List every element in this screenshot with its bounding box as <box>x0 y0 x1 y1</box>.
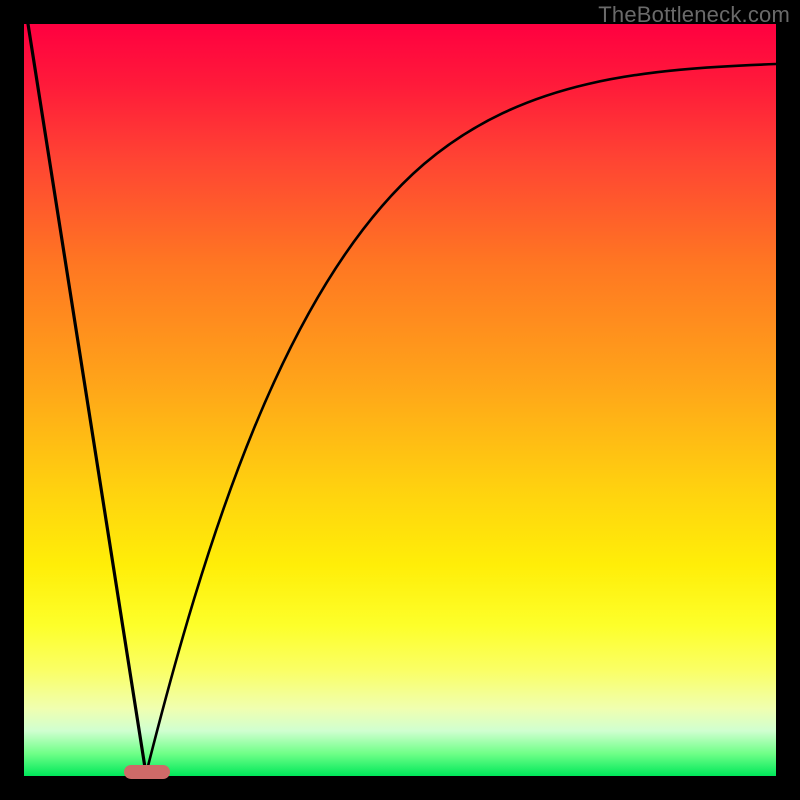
bottleneck-marker <box>124 765 170 779</box>
plot-area <box>24 24 776 776</box>
chart-frame: TheBottleneck.com <box>0 0 800 800</box>
left-line <box>28 24 146 774</box>
curve-layer <box>24 24 776 776</box>
right-curve <box>146 64 776 774</box>
